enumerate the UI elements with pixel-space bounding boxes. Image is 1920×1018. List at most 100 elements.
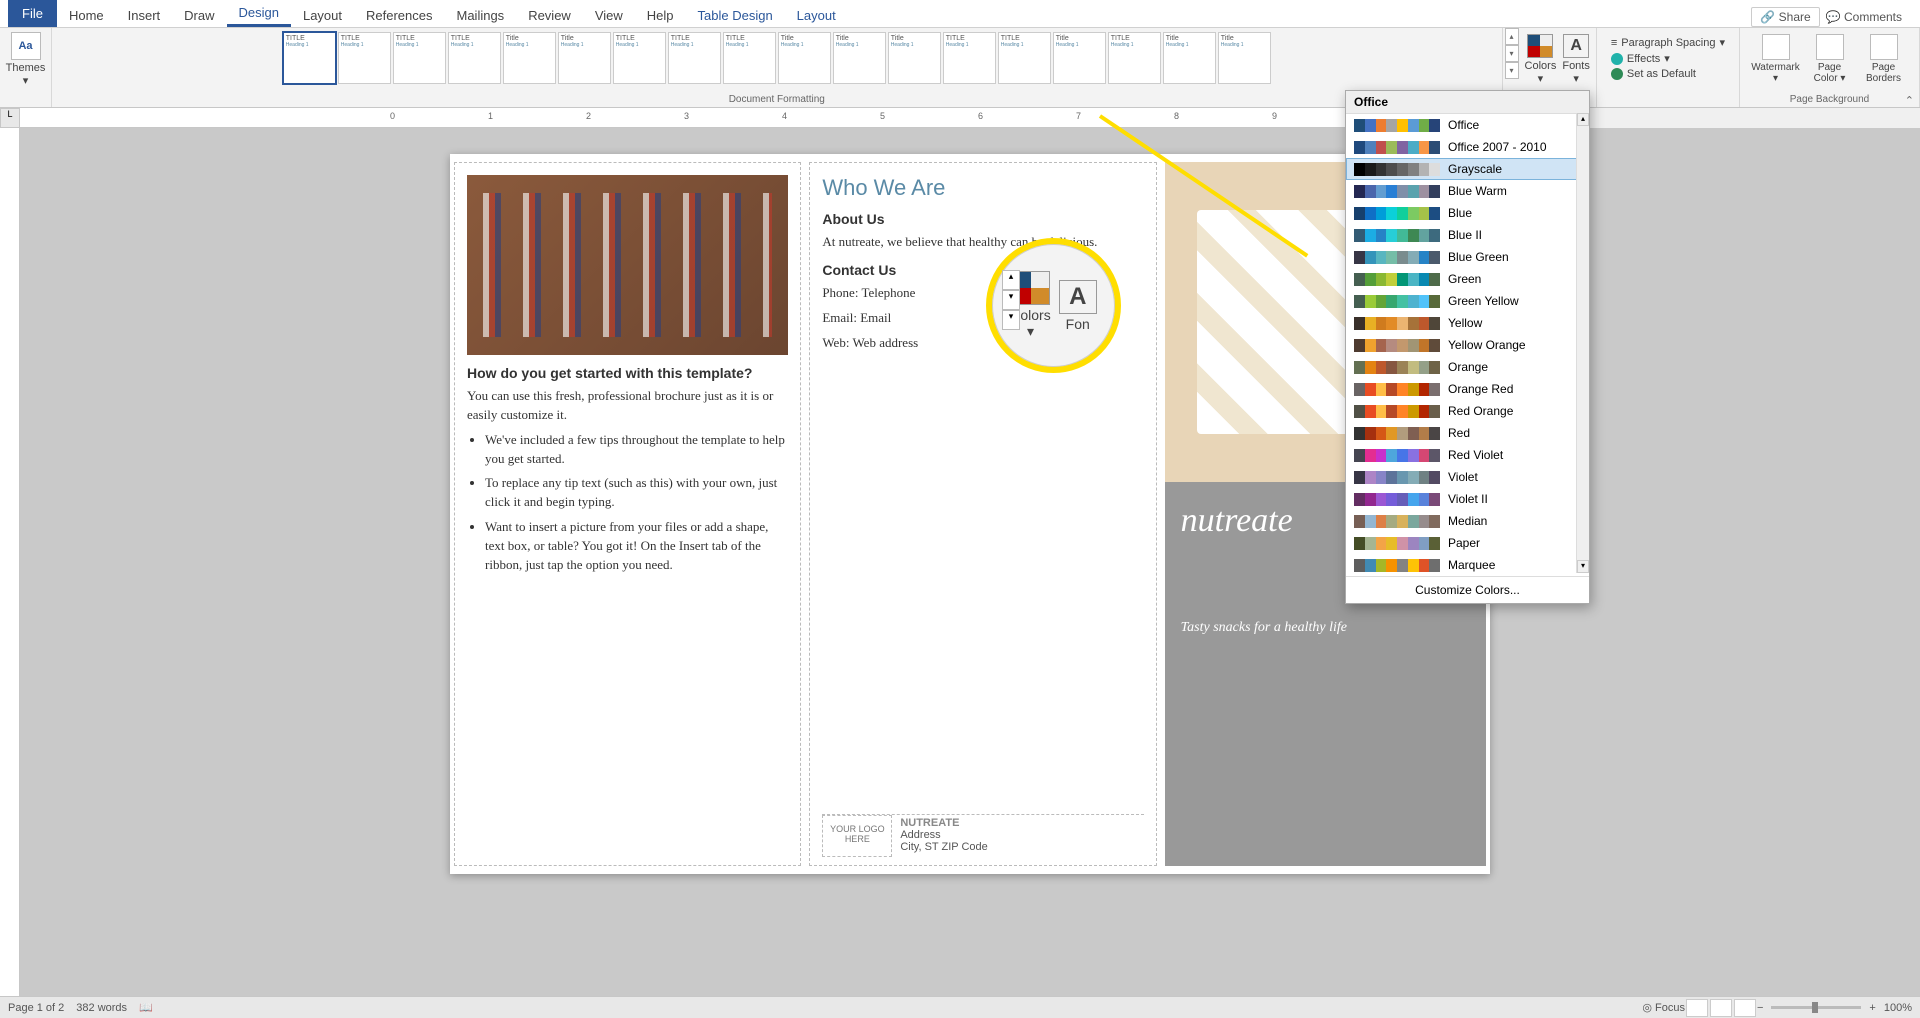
color-theme-item[interactable]: Median — [1346, 510, 1589, 532]
logo-placeholder[interactable]: YOUR LOGO HERE — [822, 815, 892, 857]
style-preset[interactable]: TitleHeading 1 — [778, 32, 831, 84]
list-item[interactable]: To replace any tip text (such as this) w… — [485, 474, 788, 512]
tab-file[interactable]: File — [8, 0, 57, 27]
comments-button[interactable]: 💬 Comments — [1826, 10, 1902, 24]
tab-table-design[interactable]: Table Design — [686, 4, 785, 27]
color-theme-item[interactable]: Orange — [1346, 356, 1589, 378]
style-preset[interactable]: TitleHeading 1 — [558, 32, 611, 84]
style-preset[interactable]: TitleHeading 1 — [1163, 32, 1216, 84]
color-theme-item[interactable]: Grayscale — [1346, 158, 1589, 180]
color-theme-item[interactable]: Office 2007 - 2010 — [1346, 136, 1589, 158]
color-theme-item[interactable]: Red — [1346, 422, 1589, 444]
focus-button[interactable]: ◎ Focus — [1642, 1001, 1685, 1014]
style-preset[interactable]: TITLEHeading 1 — [668, 32, 721, 84]
style-preset[interactable]: TitleHeading 1 — [1053, 32, 1106, 84]
tab-insert[interactable]: Insert — [116, 4, 173, 27]
zoom-in-icon[interactable]: + — [1869, 1002, 1875, 1014]
color-theme-item[interactable]: Orange Red — [1346, 378, 1589, 400]
tab-references[interactable]: References — [354, 4, 444, 27]
effects-button[interactable]: Effects ▾ — [1611, 52, 1725, 65]
style-preset[interactable]: TITLEHeading 1 — [448, 32, 501, 84]
panel1-intro[interactable]: You can use this fresh, professional bro… — [467, 387, 788, 425]
about-heading[interactable]: About Us — [822, 211, 1143, 227]
tab-layout[interactable]: Layout — [291, 4, 354, 27]
color-swatch — [1354, 317, 1440, 330]
color-theme-item[interactable]: Green Yellow — [1346, 290, 1589, 312]
spellcheck-icon[interactable]: 📖 — [139, 1001, 153, 1014]
tab-home[interactable]: Home — [57, 4, 116, 27]
address-block[interactable]: NUTREATE Address City, ST ZIP Code — [892, 815, 995, 857]
dropdown-scrollbar[interactable]: ▴ ▾ — [1576, 113, 1589, 573]
collapse-ribbon-icon[interactable]: ⌃ — [1905, 94, 1914, 107]
customize-colors-button[interactable]: Customize Colors... — [1346, 576, 1589, 603]
web-layout-icon[interactable] — [1734, 999, 1756, 1017]
color-theme-item[interactable]: Red Violet — [1346, 444, 1589, 466]
about-text[interactable]: At nutreate, we believe that healthy can… — [822, 233, 1143, 252]
zoom-slider[interactable] — [1771, 1006, 1861, 1009]
color-swatch — [1354, 119, 1440, 132]
word-count[interactable]: 382 words — [76, 1002, 127, 1014]
set-default-button[interactable]: Set as Default — [1611, 68, 1725, 80]
tab-table-layout[interactable]: Layout — [785, 4, 848, 27]
style-preset[interactable]: TitleHeading 1 — [888, 32, 941, 84]
style-preset[interactable]: TITLEHeading 1 — [338, 32, 391, 84]
ruler-vertical[interactable] — [0, 128, 20, 996]
color-theme-item[interactable]: Marquee — [1346, 554, 1589, 576]
share-button[interactable]: 🔗 Share — [1751, 7, 1819, 27]
read-mode-icon[interactable] — [1686, 999, 1708, 1017]
style-preset[interactable]: TITLEHeading 1 — [283, 32, 336, 84]
list-item[interactable]: We've included a few tips throughout the… — [485, 431, 788, 469]
color-theme-item[interactable]: Yellow — [1346, 312, 1589, 334]
style-preset[interactable]: TitleHeading 1 — [1218, 32, 1271, 84]
gallery-more-icon[interactable]: ▾ — [1505, 62, 1519, 79]
watermark-button[interactable]: Watermark▾ — [1751, 34, 1801, 84]
color-theme-item[interactable]: Violet II — [1346, 488, 1589, 510]
tab-review[interactable]: Review — [516, 4, 583, 27]
page-borders-button[interactable]: Page Borders — [1859, 34, 1909, 84]
gallery-down-icon[interactable]: ▾ — [1505, 45, 1519, 62]
list-item[interactable]: Want to insert a picture from your files… — [485, 518, 788, 575]
page-indicator[interactable]: Page 1 of 2 — [8, 1002, 64, 1014]
page-color-button[interactable]: Page Color ▾ — [1805, 34, 1855, 84]
zoom-level[interactable]: 100% — [1884, 1002, 1912, 1014]
themes-button[interactable]: Aa Themes ▾ — [6, 32, 46, 87]
tab-view[interactable]: View — [583, 4, 635, 27]
scroll-down-icon[interactable]: ▾ — [1577, 560, 1589, 573]
scroll-up-icon[interactable]: ▴ — [1577, 113, 1589, 126]
style-preset[interactable]: TITLEHeading 1 — [998, 32, 1051, 84]
gallery-up-icon[interactable]: ▴ — [1505, 28, 1519, 45]
colors-button[interactable]: Colors▾ — [1525, 34, 1557, 85]
tab-draw[interactable]: Draw — [172, 4, 226, 27]
style-preset[interactable]: TITLEHeading 1 — [723, 32, 776, 84]
style-preset[interactable]: TitleHeading 1 — [503, 32, 556, 84]
color-theme-item[interactable]: Blue Green — [1346, 246, 1589, 268]
zoom-out-icon[interactable]: − — [1757, 1002, 1763, 1014]
print-layout-icon[interactable] — [1710, 999, 1732, 1017]
brochure-panel-1[interactable]: How do you get started with this templat… — [454, 162, 801, 866]
style-preset[interactable]: TITLEHeading 1 — [1108, 32, 1161, 84]
panel1-heading[interactable]: How do you get started with this templat… — [467, 365, 788, 381]
color-theme-item[interactable]: Blue — [1346, 202, 1589, 224]
tab-mailings[interactable]: Mailings — [445, 4, 517, 27]
color-theme-item[interactable]: Violet — [1346, 466, 1589, 488]
color-theme-item[interactable]: Paper — [1346, 532, 1589, 554]
image-placeholder[interactable] — [467, 175, 788, 355]
style-preset[interactable]: TITLEHeading 1 — [393, 32, 446, 84]
color-theme-item[interactable]: Green — [1346, 268, 1589, 290]
style-preset[interactable]: TITLEHeading 1 — [613, 32, 666, 84]
color-theme-item[interactable]: Blue II — [1346, 224, 1589, 246]
fonts-button[interactable]: A Fonts▾ — [1562, 34, 1590, 85]
tab-design[interactable]: Design — [227, 1, 291, 27]
color-theme-item[interactable]: Office — [1346, 114, 1589, 136]
style-preset[interactable]: TITLEHeading 1 — [943, 32, 996, 84]
tab-help[interactable]: Help — [635, 4, 686, 27]
color-theme-item[interactable]: Blue Warm — [1346, 180, 1589, 202]
address-line1: Address — [900, 829, 987, 841]
style-gallery[interactable]: TITLEHeading 1TITLEHeading 1TITLEHeading… — [283, 32, 1271, 84]
color-theme-item[interactable]: Red Orange — [1346, 400, 1589, 422]
paragraph-spacing-button[interactable]: ≡ Paragraph Spacing ▾ — [1611, 36, 1725, 49]
style-preset[interactable]: TitleHeading 1 — [833, 32, 886, 84]
color-theme-item[interactable]: Yellow Orange — [1346, 334, 1589, 356]
panel2-title[interactable]: Who We Are — [822, 175, 1143, 201]
document-area[interactable]: How do you get started with this templat… — [20, 128, 1920, 996]
